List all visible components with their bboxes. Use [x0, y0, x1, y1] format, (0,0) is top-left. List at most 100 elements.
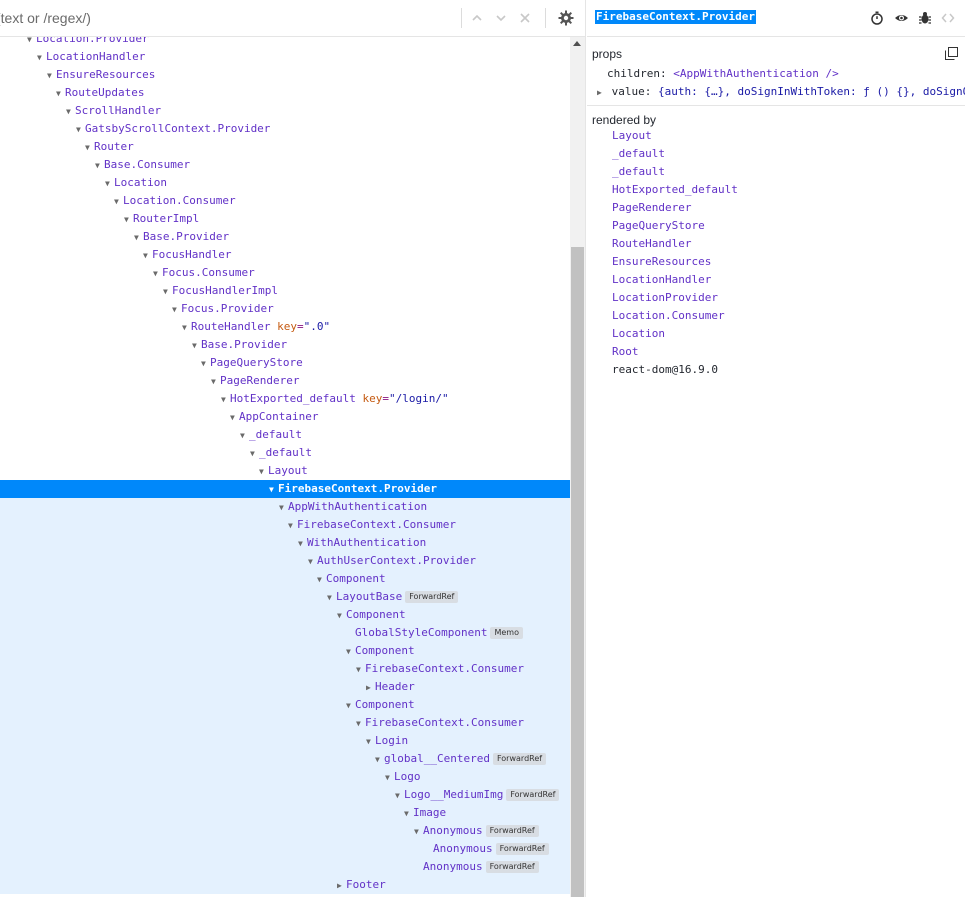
collapse-triangle-icon[interactable]: ▼: [279, 499, 288, 517]
tree-scrollbar[interactable]: [570, 37, 585, 897]
chevron-down-icon[interactable]: [491, 8, 511, 28]
gear-icon[interactable]: [556, 8, 576, 28]
owner-link[interactable]: LocationProvider: [612, 291, 718, 304]
scroll-up-arrow-icon[interactable]: [573, 41, 581, 46]
owner-link[interactable]: Layout: [612, 129, 652, 142]
collapse-triangle-icon[interactable]: ▼: [95, 157, 104, 175]
collapse-triangle-icon[interactable]: ▼: [192, 337, 201, 355]
collapse-triangle-icon[interactable]: ▼: [250, 445, 259, 463]
tree-row[interactable]: ▼ RouteHandler key=".0": [0, 318, 570, 336]
tree-row[interactable]: ▼ AuthUserContext.Provider: [0, 552, 570, 570]
code-icon[interactable]: [939, 9, 957, 27]
collapse-triangle-icon[interactable]: ▼: [317, 571, 326, 589]
tree-row[interactable]: ▼ Component: [0, 570, 570, 588]
search-input[interactable]: [0, 6, 451, 30]
tree-row[interactable]: ▼ global__Centered ForwardRef: [0, 750, 570, 768]
collapse-triangle-icon[interactable]: ▼: [346, 697, 355, 715]
tree-row[interactable]: ▼ Location.Consumer: [0, 192, 570, 210]
owner-link[interactable]: RouteHandler: [612, 237, 691, 250]
tree-row[interactable]: Anonymous ForwardRef: [0, 840, 570, 858]
owner-link[interactable]: PageQueryStore: [612, 219, 705, 232]
tree-row[interactable]: ▼ FocusHandler: [0, 246, 570, 264]
owner-link[interactable]: LocationHandler: [612, 273, 711, 286]
tree-row[interactable]: ▼ Location: [0, 174, 570, 192]
tree-row[interactable]: ▼ Component: [0, 696, 570, 714]
tree-row[interactable]: ▼ RouteUpdates: [0, 84, 570, 102]
expand-triangle-icon[interactable]: ▶: [337, 877, 346, 895]
tree-row[interactable]: ▼ GatsbyScrollContext.Provider: [0, 120, 570, 138]
collapse-triangle-icon[interactable]: ▼: [124, 211, 133, 229]
expand-triangle-icon[interactable]: ▶: [366, 679, 375, 697]
collapse-triangle-icon[interactable]: ▼: [182, 319, 191, 337]
tree-row[interactable]: GlobalStyleComponent Memo: [0, 624, 570, 642]
scrollbar-thumb[interactable]: [571, 247, 584, 897]
tree-row[interactable]: ▼ EnsureResources: [0, 66, 570, 84]
tree-row[interactable]: ▼ Base.Consumer: [0, 156, 570, 174]
collapse-triangle-icon[interactable]: ▼: [366, 733, 375, 751]
collapse-triangle-icon[interactable]: ▼: [375, 751, 384, 769]
prop-value-row[interactable]: ▶ value: {auth: {…}, doSignInWithToken: …: [597, 85, 965, 98]
collapse-triangle-icon[interactable]: ▼: [153, 265, 162, 283]
collapse-triangle-icon[interactable]: ▼: [230, 409, 239, 427]
tree-row[interactable]: ▼ PageRenderer: [0, 372, 570, 390]
collapse-triangle-icon[interactable]: ▼: [143, 247, 152, 265]
collapse-triangle-icon[interactable]: ▼: [356, 715, 365, 733]
tree-row[interactable]: ▼ PageQueryStore: [0, 354, 570, 372]
tree-row[interactable]: ▼ Logo__MediumImg ForwardRef: [0, 786, 570, 804]
stopwatch-icon[interactable]: [868, 9, 886, 27]
collapse-triangle-icon[interactable]: ▼: [414, 823, 423, 841]
tree-row[interactable]: ▼ Base.Provider: [0, 228, 570, 246]
tree-row[interactable]: ▼ LocationHandler: [0, 48, 570, 66]
collapse-triangle-icon[interactable]: ▼: [356, 661, 365, 679]
collapse-triangle-icon[interactable]: ▼: [346, 643, 355, 661]
tree-row[interactable]: ▼ Login: [0, 732, 570, 750]
collapse-triangle-icon[interactable]: ▼: [163, 283, 172, 301]
prop-value[interactable]: {auth: {…}, doSignInWithToken: ƒ () {}, …: [658, 85, 965, 98]
owner-link[interactable]: HotExported_default: [612, 183, 738, 196]
owner-link[interactable]: _default: [612, 147, 665, 160]
tree-row[interactable]: ▼ Logo: [0, 768, 570, 786]
tree-row[interactable]: ▼ Image: [0, 804, 570, 822]
collapse-triangle-icon[interactable]: ▼: [76, 121, 85, 139]
tree-row[interactable]: ▼ RouterImpl: [0, 210, 570, 228]
collapse-triangle-icon[interactable]: ▼: [337, 607, 346, 625]
collapse-triangle-icon[interactable]: ▼: [201, 355, 210, 373]
tree-row[interactable]: ▼ FirebaseContext.Consumer: [0, 660, 570, 678]
collapse-triangle-icon[interactable]: ▼: [211, 373, 220, 391]
collapse-triangle-icon[interactable]: ▼: [395, 787, 404, 805]
owner-link[interactable]: _default: [612, 165, 665, 178]
owner-link[interactable]: EnsureResources: [612, 255, 711, 268]
tree-row[interactable]: ▼ ScrollHandler: [0, 102, 570, 120]
bug-icon[interactable]: [916, 9, 934, 27]
tree-row[interactable]: ▼ _default: [0, 426, 570, 444]
eye-icon[interactable]: [892, 9, 910, 27]
tree-row[interactable]: ▼ Anonymous ForwardRef: [0, 822, 570, 840]
tree-row[interactable]: ▼ Router: [0, 138, 570, 156]
collapse-triangle-icon[interactable]: ▼: [105, 175, 114, 193]
tree-row[interactable]: ▼ Component: [0, 606, 570, 624]
collapse-triangle-icon[interactable]: ▼: [172, 301, 181, 319]
collapse-triangle-icon[interactable]: ▼: [404, 805, 413, 823]
collapse-triangle-icon[interactable]: ▼: [298, 535, 307, 553]
tree-row[interactable]: ▼ AppContainer: [0, 408, 570, 426]
tree-row[interactable]: ▶ Footer: [0, 876, 570, 894]
collapse-triangle-icon[interactable]: ▼: [221, 391, 230, 409]
tree-row[interactable]: ▼ _default: [0, 444, 570, 462]
tree-row[interactable]: ▼ Layout: [0, 462, 570, 480]
tree-row[interactable]: ▼ AppWithAuthentication: [0, 498, 570, 516]
copy-icon[interactable]: [945, 47, 959, 61]
collapse-triangle-icon[interactable]: ▼: [66, 103, 75, 121]
tree-row[interactable]: ▼ Base.Provider: [0, 336, 570, 354]
tree-row[interactable]: ▼ FirebaseContext.Consumer: [0, 714, 570, 732]
collapse-triangle-icon[interactable]: ▼: [308, 553, 317, 571]
collapse-triangle-icon[interactable]: ▼: [259, 463, 268, 481]
prop-value[interactable]: <AppWithAuthentication />: [673, 67, 839, 80]
collapse-triangle-icon[interactable]: ▼: [385, 769, 394, 787]
collapse-triangle-icon[interactable]: ▼: [114, 193, 123, 211]
tree-row[interactable]: ▼ FirebaseContext.Consumer: [0, 516, 570, 534]
tree-row[interactable]: ▼ Location.Provider: [0, 37, 570, 48]
owner-link[interactable]: PageRenderer: [612, 201, 691, 214]
tree-row[interactable]: ▶ Header: [0, 678, 570, 696]
collapse-triangle-icon[interactable]: ▼: [85, 139, 94, 157]
collapse-triangle-icon[interactable]: ▼: [47, 67, 56, 85]
